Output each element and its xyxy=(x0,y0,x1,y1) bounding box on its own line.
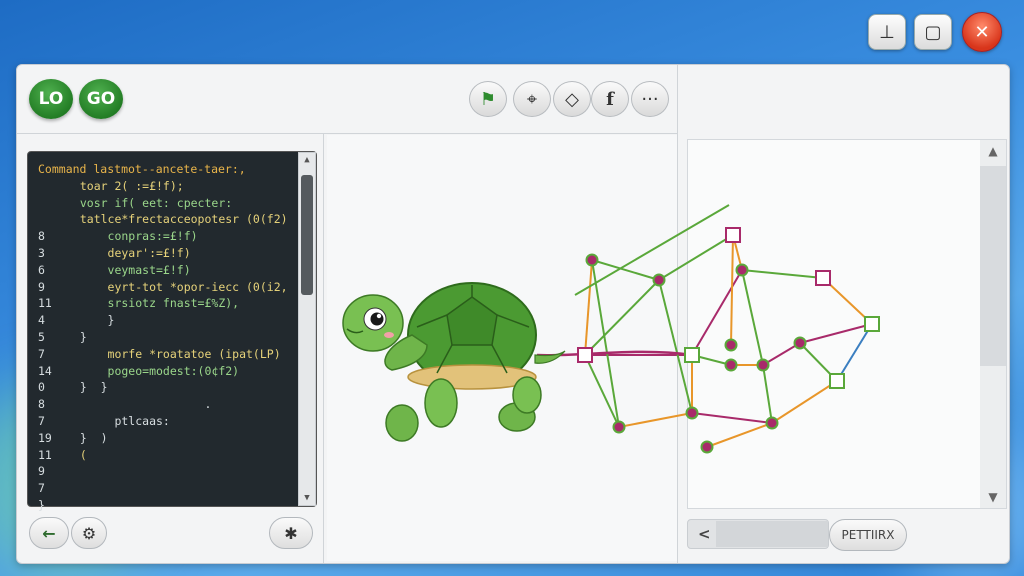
code-text: . xyxy=(66,397,212,412)
code-text: } ) xyxy=(66,430,108,445)
logo-lo-button[interactable]: LO xyxy=(29,79,73,119)
diamond-button[interactable]: ◇ xyxy=(553,81,591,117)
line-number: 6 xyxy=(38,262,45,277)
output-scrollbar[interactable]: ▲ ▼ xyxy=(980,140,1006,508)
toolbar-divider xyxy=(17,133,677,134)
line-number: 0 xyxy=(38,380,45,395)
more-button[interactable]: ··· xyxy=(631,81,669,117)
scroll-down-arrow[interactable]: ▼ xyxy=(299,493,315,503)
code-text: } xyxy=(66,330,87,344)
code-text: ( xyxy=(66,447,87,462)
minimize-button[interactable]: ⊥ xyxy=(868,14,906,50)
code-text: Command lastmot--ancete-taer:, xyxy=(38,162,246,176)
diamond-icon: ◇ xyxy=(565,88,579,110)
code-text: ptlcaas: xyxy=(66,414,170,428)
flag-button[interactable]: ⚑ xyxy=(469,81,507,117)
line-number: 19 xyxy=(38,430,52,445)
scroll-up-arrow[interactable]: ▲ xyxy=(299,155,315,165)
code-text: eyrt-tot *opor-iecc (0(i2, xyxy=(66,279,288,294)
line-number: 14 xyxy=(38,363,52,378)
star-button[interactable]: ✱ xyxy=(269,517,313,549)
output-panel: ▲ ▼ xyxy=(687,139,1007,509)
line-number: 11 xyxy=(38,447,52,462)
function-button[interactable]: f xyxy=(591,81,629,117)
line-number: 4 xyxy=(38,313,45,328)
editor-scrollbar[interactable]: ▲ ▼ xyxy=(298,152,316,506)
shape-button[interactable]: ⌖ xyxy=(513,81,551,117)
gear-icon: ⚙ xyxy=(81,523,97,543)
scroll-up-arrow[interactable]: ▲ xyxy=(980,144,1006,158)
scroll-thumb[interactable] xyxy=(716,521,828,547)
flag-icon: ⚑ xyxy=(479,88,497,110)
code-text: morfe *roatatoe (ipat(LP) xyxy=(66,346,281,361)
code-editor[interactable]: Command lastmot--ancete-taer:, toar 2( :… xyxy=(27,151,317,512)
code-text: pogeo=modest:(0¢f2) xyxy=(66,363,240,378)
logo-go-button[interactable]: GO xyxy=(79,79,123,119)
settings-button[interactable]: ⚙ xyxy=(71,517,107,549)
line-number: 8 xyxy=(38,229,45,244)
canvas-svg xyxy=(327,135,677,561)
panel-divider xyxy=(677,65,678,563)
line-number: 9 xyxy=(38,464,45,479)
code-text: } xyxy=(66,313,115,328)
code-text: toar 2( :=£!f); xyxy=(66,178,184,193)
close-button[interactable]: ✕ xyxy=(962,12,1002,52)
app-window: LO GO ⚑ ⌖ ◇ f ··· Command lastmot--ancet… xyxy=(16,64,1010,564)
line-number: } xyxy=(38,498,45,512)
shape-icon: ⌖ xyxy=(526,88,538,110)
panel-divider xyxy=(323,133,324,563)
code-text: srsiotz fnast=£%Z), xyxy=(66,296,240,311)
line-number: 7 xyxy=(38,346,45,361)
code-text: conpras:=£!f) xyxy=(66,229,198,244)
code-text: vosr if( eet: cpecter: xyxy=(66,195,233,210)
line-number: 11 xyxy=(38,296,52,311)
scroll-left-arrow[interactable]: < xyxy=(698,525,711,543)
back-button[interactable]: ← xyxy=(29,517,69,549)
scroll-thumb[interactable] xyxy=(301,175,313,295)
code-text: } } xyxy=(66,380,108,395)
drawing-canvas[interactable] xyxy=(327,135,677,561)
maximize-button[interactable]: ▢ xyxy=(914,14,952,50)
line-number: 8 xyxy=(38,397,45,412)
line-number: 3 xyxy=(38,246,45,260)
line-number: 9 xyxy=(38,279,45,294)
asterisk-icon: ✱ xyxy=(284,523,298,543)
code-text: tatlce*frectacceopotesr (0(f2) xyxy=(66,212,288,227)
scroll-down-arrow[interactable]: ▼ xyxy=(980,490,1006,504)
code-text: deyar':=£!f) xyxy=(66,246,191,260)
scroll-thumb[interactable] xyxy=(980,166,1006,366)
line-number: 7 xyxy=(38,414,45,428)
horizontal-scrollbar[interactable]: < xyxy=(687,519,829,549)
function-icon: f xyxy=(606,88,614,110)
line-number: 7 xyxy=(38,481,45,496)
line-number: 5 xyxy=(38,330,45,344)
more-icon: ··· xyxy=(641,88,659,110)
arrow-left-icon: ← xyxy=(42,523,56,543)
code-text: veymast=£!f) xyxy=(66,262,191,277)
toolbar: LO GO ⚑ ⌖ ◇ f ··· xyxy=(17,65,1009,133)
pettiirx-button[interactable]: PETTIIRX xyxy=(829,519,907,551)
